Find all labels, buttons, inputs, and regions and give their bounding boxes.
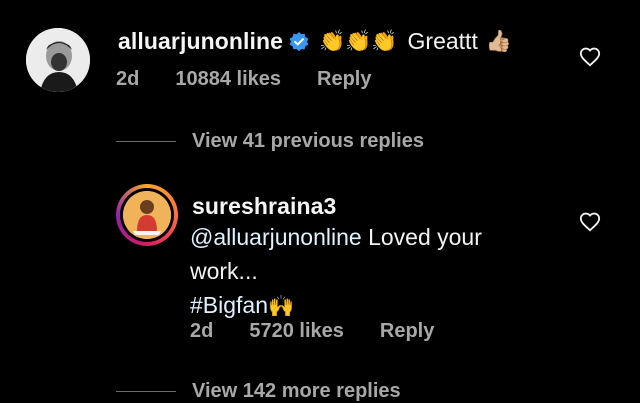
raising-hands-emoji: 🙌	[268, 295, 295, 318]
comment-username[interactable]: alluarjunonline	[118, 28, 283, 55]
view-previous-replies-label: View 41 previous replies	[192, 130, 424, 152]
avatar-sureshraina3[interactable]	[116, 184, 178, 246]
divider-line	[116, 391, 176, 392]
comment-text: Greattt	[407, 28, 478, 54]
reply-meta: 2d 5720 likes Reply	[190, 320, 434, 343]
comment-meta: 2d 10884 likes Reply	[116, 68, 371, 91]
comment-likes[interactable]: 10884 likes	[175, 68, 281, 91]
reply-text-line1: Loved your	[361, 224, 482, 250]
reply-username-text[interactable]: sureshraina3	[192, 193, 336, 219]
avatar-alluarjunonline[interactable]	[26, 28, 90, 92]
avatar-photo	[123, 191, 171, 239]
reply-text-line2: work...	[190, 258, 258, 284]
reply-age: 2d	[190, 320, 214, 342]
avatar-photo	[26, 28, 90, 92]
comment-reply-button[interactable]: Reply	[317, 68, 371, 91]
reply-likes[interactable]: 5720 likes	[249, 320, 344, 343]
comment-age: 2d	[116, 68, 140, 90]
reply-mention-link[interactable]: @alluarjunonline	[190, 224, 362, 250]
verified-badge-icon	[289, 31, 309, 52]
reply-like-heart-icon[interactable]	[579, 211, 601, 238]
reply-body: @alluarjunonline Loved your work... #Big…	[190, 222, 550, 324]
clapping-hands-emoji: 👏👏👏	[319, 29, 398, 53]
comment-like-heart-icon[interactable]	[579, 46, 601, 73]
view-previous-replies[interactable]: View 41 previous replies	[116, 130, 424, 153]
reply-username: sureshraina3	[192, 193, 336, 220]
reply-hashtag-link[interactable]: #Bigfan	[190, 292, 268, 318]
thumbs-up-emoji: 👍🏼	[485, 29, 512, 53]
comment-header: alluarjunonline 👏👏👏 Greattt 👍🏼	[118, 28, 512, 55]
reply-reply-button[interactable]: Reply	[380, 320, 434, 343]
divider-line	[116, 141, 176, 142]
